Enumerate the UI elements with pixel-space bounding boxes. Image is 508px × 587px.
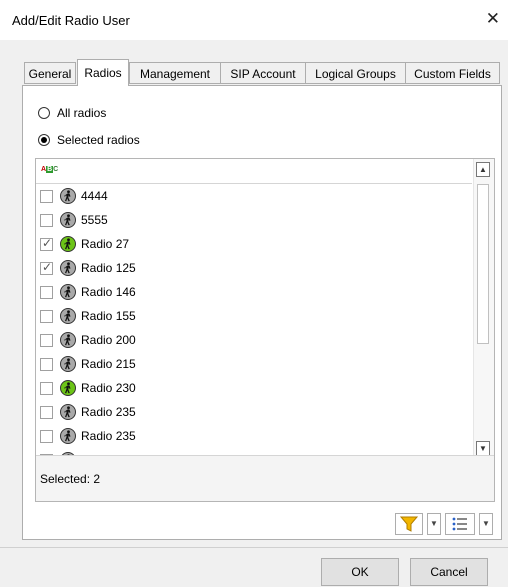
radio-user-icon: [60, 188, 76, 204]
radio-user-icon: [60, 356, 76, 372]
radio-checkbox[interactable]: [40, 213, 53, 227]
tab-sip-account[interactable]: SIP Account: [220, 62, 306, 84]
radio-label: Radio 235: [81, 429, 136, 443]
scroll-up-icon: ▲: [479, 165, 487, 174]
list-view-button[interactable]: [445, 513, 475, 535]
list-item[interactable]: Radio 215: [36, 352, 472, 376]
radio-user-icon: [60, 260, 76, 276]
scroll-down-button[interactable]: ▼: [476, 441, 490, 456]
sort-header: ABC: [36, 159, 472, 184]
all-radios-radio[interactable]: [38, 107, 50, 119]
list-item[interactable]: Radio 235: [36, 424, 472, 448]
selected-radios-radio[interactable]: [38, 134, 50, 146]
list-view-dropdown[interactable]: ▼: [479, 513, 493, 535]
list-item[interactable]: Radio 146: [36, 280, 472, 304]
tab-management[interactable]: Management: [129, 62, 221, 84]
list-item[interactable]: Radio 235: [36, 400, 472, 424]
list-item[interactable]: Radio 125: [36, 256, 472, 280]
radio-user-icon: [60, 308, 76, 324]
radio-label: Radio 230: [81, 381, 136, 395]
radio-label: 4444: [81, 189, 108, 203]
radio-user-icon: [60, 404, 76, 420]
radio-label: 5555: [81, 213, 108, 227]
radio-user-icon: [60, 212, 76, 228]
list-view-icon: [452, 517, 467, 531]
radio-checkbox[interactable]: [40, 381, 53, 395]
radio-user-icon: [60, 332, 76, 348]
radio-label: Radio 125: [81, 261, 136, 275]
radio-label: Radio 235: [81, 405, 136, 419]
window-title: Add/Edit Radio User: [12, 13, 130, 28]
radio-user-icon: [60, 284, 76, 300]
ok-button[interactable]: OK: [321, 558, 399, 586]
scroll-up-button[interactable]: ▲: [476, 162, 490, 177]
list-item[interactable]: Radio 230: [36, 376, 472, 400]
radio-list: ABC 4444 5555 Radio 27 Radio 125 Radio 146 Ra…: [35, 158, 495, 502]
close-icon[interactable]: ✕: [486, 9, 500, 29]
radio-label: Radio 215: [81, 357, 136, 371]
footer-divider: [0, 547, 508, 548]
cancel-button[interactable]: Cancel: [410, 558, 488, 586]
radio-checkbox[interactable]: [40, 357, 53, 371]
selected-radios-label: Selected radios: [57, 133, 140, 147]
list-item[interactable]: Radio 27: [36, 232, 472, 256]
radio-label: Radio 200: [81, 333, 136, 347]
radio-user-icon: [60, 380, 76, 396]
radio-label: Radio 155: [81, 309, 136, 323]
radio-user-icon: [60, 428, 76, 444]
radio-label: Radio 27: [81, 237, 130, 251]
sort-abc-icon[interactable]: ABC: [41, 166, 58, 173]
filter-icon: [399, 516, 419, 532]
all-radios-option[interactable]: All radios: [38, 104, 106, 122]
scroll-down-icon: ▼: [479, 444, 487, 453]
tab-general[interactable]: General: [24, 62, 76, 84]
radio-checkbox[interactable]: [40, 260, 53, 275]
scroll-thumb[interactable]: [477, 184, 489, 344]
selected-count: Selected: 2: [40, 472, 101, 486]
list-item[interactable]: Radio 155: [36, 304, 472, 328]
radio-checkbox[interactable]: [40, 429, 53, 443]
radio-user-icon: [60, 236, 76, 252]
tab-radios[interactable]: Radios: [77, 59, 129, 86]
list-item[interactable]: 5555: [36, 208, 472, 232]
selection-status-bar: Selected: 2: [36, 455, 494, 501]
tab-logical-groups[interactable]: Logical Groups: [305, 62, 406, 84]
filter-button[interactable]: [395, 513, 423, 535]
radio-checkbox[interactable]: [40, 285, 53, 299]
filter-dropdown[interactable]: ▼: [427, 513, 441, 535]
radio-checkbox[interactable]: [40, 189, 53, 203]
radio-label: Radio 146: [81, 285, 136, 299]
radio-checkbox[interactable]: [40, 309, 53, 323]
list-item[interactable]: Radio 200: [36, 328, 472, 352]
tab-custom-fields[interactable]: Custom Fields: [405, 62, 500, 84]
radio-checkbox[interactable]: [40, 333, 53, 347]
vertical-scrollbar[interactable]: ▲ ▼: [473, 159, 494, 501]
list-item[interactable]: 4444: [36, 184, 472, 208]
all-radios-label: All radios: [57, 106, 107, 120]
title-bar: Add/Edit Radio User ✕: [0, 0, 508, 40]
radio-checkbox[interactable]: [40, 405, 53, 419]
radio-checkbox[interactable]: [40, 236, 53, 251]
selected-radios-option[interactable]: Selected radios: [38, 131, 140, 149]
